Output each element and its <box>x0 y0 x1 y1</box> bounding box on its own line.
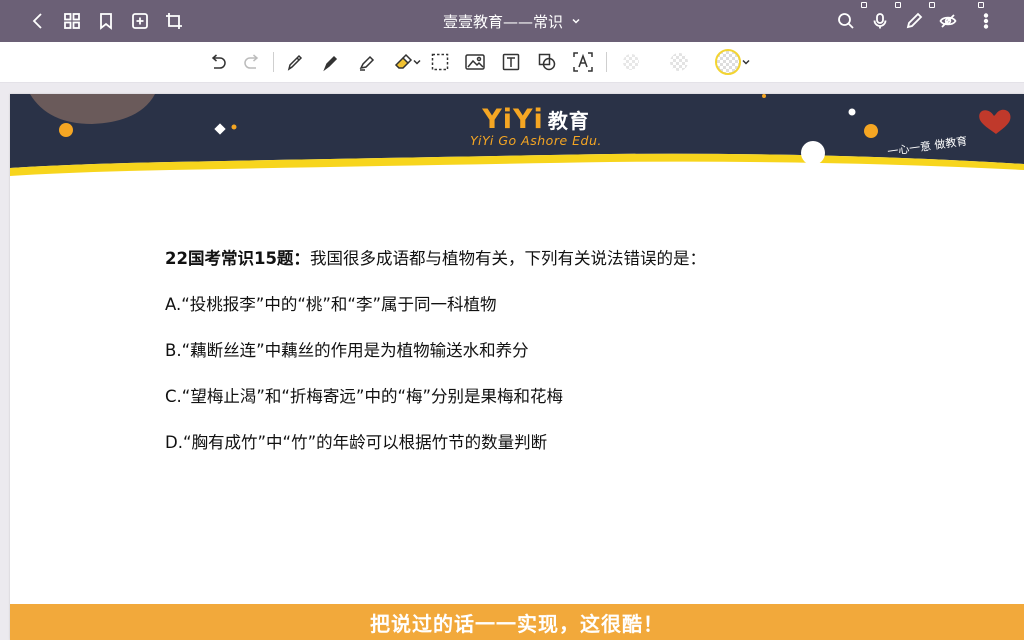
option-a: A.“投桃报李”中的“桃”和“李”属于同一科植物 <box>165 295 497 314</box>
question-stem: 22国考常识15题：我国很多成语都与植物有关，下列有关说法错误的是： <box>165 245 706 269</box>
bookmark-icon[interactable] <box>94 9 118 33</box>
option-b: B.“藕断丝连”中藕丝的作用是为植物输送水和养分 <box>165 341 529 360</box>
lasso-select-icon[interactable] <box>428 50 452 74</box>
text-recognition-icon[interactable] <box>571 50 595 74</box>
color-picker[interactable] <box>714 48 742 76</box>
crop-icon[interactable] <box>162 9 186 33</box>
app-bar: 壹壹教育——常识 <box>0 0 1024 42</box>
logo-text: YiYi <box>482 104 544 135</box>
more-icon[interactable] <box>974 9 998 33</box>
pen-icon[interactable] <box>902 9 926 33</box>
shape-icon[interactable] <box>535 50 559 74</box>
fountain-pen-icon[interactable] <box>319 50 343 74</box>
question-text: 我国很多成语都与植物有关，下列有关说法错误的是： <box>309 249 706 268</box>
back-icon[interactable] <box>26 9 50 33</box>
highlighter-icon[interactable] <box>355 50 379 74</box>
redo-icon[interactable] <box>240 50 264 74</box>
drawing-toolbar <box>0 42 1024 83</box>
eye-off-icon[interactable] <box>936 9 960 33</box>
text-box-icon[interactable] <box>499 50 523 74</box>
document-title-text: 壹壹教育——常识 <box>442 12 563 31</box>
search-icon[interactable] <box>834 9 858 33</box>
add-page-icon[interactable] <box>128 9 152 33</box>
logo-cn-text: 教育 <box>547 109 590 133</box>
brand-subtitle: YiYi Go Ashore Edu. <box>470 133 602 148</box>
document-title[interactable]: 壹壹教育——常识 <box>443 11 581 32</box>
color-swatch-2[interactable] <box>667 50 691 74</box>
mic-icon[interactable] <box>868 9 892 33</box>
color-options-chevron-icon[interactable] <box>741 50 751 74</box>
grid-icon[interactable] <box>60 9 84 33</box>
chevron-down-icon <box>571 12 581 30</box>
brand-logo: YiYi 教育 YiYi Go Ashore Edu. <box>446 104 626 148</box>
pen-tool-icon[interactable] <box>283 50 307 74</box>
undo-icon[interactable] <box>206 50 230 74</box>
footer-banner: 把说过的话一一实现，这很酷！ <box>10 604 1024 640</box>
footer-text: 把说过的话一一实现，这很酷！ <box>370 611 664 636</box>
option-c: C.“望梅止渴”和“折梅寄远”中的“梅”分别是果梅和花梅 <box>165 387 564 406</box>
eraser-options-chevron-icon[interactable] <box>411 50 423 74</box>
note-page[interactable]: YiYi 教育 YiYi Go Ashore Edu. 一心一意 做教育 22国考… <box>10 94 1024 640</box>
option-d: D.“胸有成竹”中“竹”的年龄可以根据竹节的数量判断 <box>165 433 548 452</box>
question-prefix: 22国考常识15题： <box>165 249 310 268</box>
image-icon[interactable] <box>463 50 487 74</box>
color-swatch-1[interactable] <box>619 50 643 74</box>
